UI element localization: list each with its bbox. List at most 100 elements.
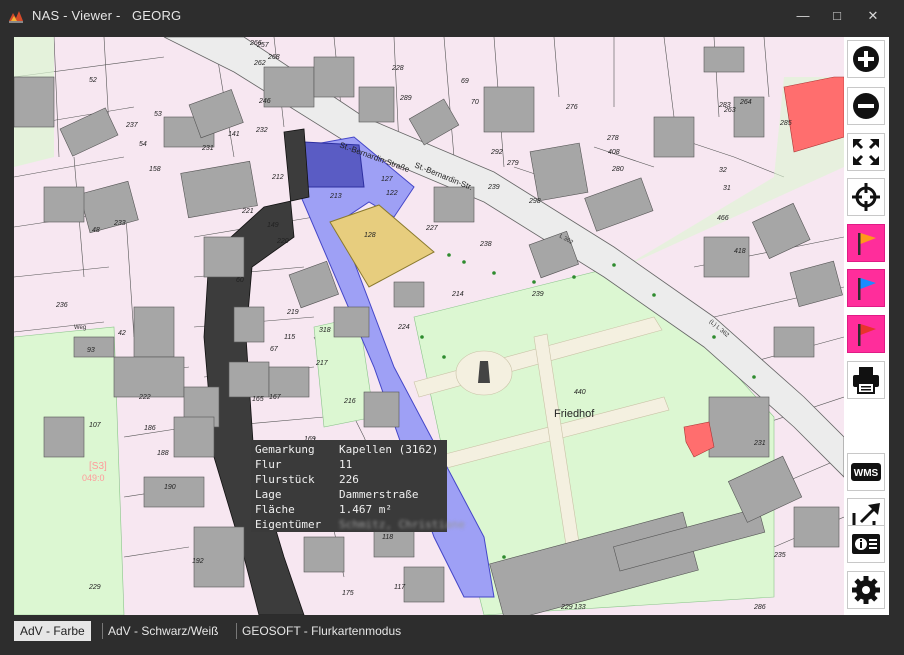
parcel-number: 222 bbox=[138, 394, 151, 401]
app-logo-icon bbox=[9, 11, 23, 23]
flag-blue-button[interactable] bbox=[847, 269, 885, 307]
printer-icon bbox=[853, 367, 879, 394]
parcel-number: 69 bbox=[461, 78, 469, 85]
info-key: Gemarkung bbox=[255, 443, 315, 456]
parcel-number: 231 bbox=[201, 145, 214, 152]
parcel-number: 217 bbox=[315, 360, 329, 367]
tab-adv-schwarz-weiss[interactable]: AdV - Schwarz/Weiß bbox=[102, 621, 224, 641]
parcel-number: 192 bbox=[192, 558, 204, 565]
wms-label: WMS bbox=[854, 468, 879, 479]
parcel-number: 262 bbox=[253, 60, 266, 67]
place-label-friedhof: Friedhof bbox=[554, 408, 595, 420]
info-value: 11 bbox=[339, 458, 353, 471]
map-toolbar: WMS bbox=[844, 37, 889, 615]
title-bar: NAS - Viewer - GEORG — □ ✕ bbox=[0, 0, 904, 32]
info-value: Kapellen (3162) bbox=[339, 443, 439, 456]
parcel-number: 212 bbox=[271, 174, 284, 181]
parcel-number: 466 bbox=[717, 215, 729, 222]
tab-adv-farbe[interactable]: AdV - Farbe bbox=[14, 621, 91, 641]
parcel-number: 128 bbox=[364, 232, 376, 239]
parcel-number: 60 bbox=[236, 277, 244, 284]
parcel-number: 238 bbox=[479, 241, 492, 248]
locate-button[interactable] bbox=[847, 178, 885, 216]
parcel-number: 239 bbox=[487, 184, 500, 191]
parcel-number: 229 bbox=[88, 584, 101, 591]
parcel-number: 231 bbox=[753, 440, 766, 447]
info-value: 1.467 m² bbox=[339, 503, 392, 516]
parcel-number: 158 bbox=[149, 166, 161, 173]
print-button[interactable] bbox=[847, 361, 885, 399]
expand-arrows-icon bbox=[852, 138, 880, 166]
parcel-number: 93 bbox=[87, 347, 95, 354]
parcel-number: 221 bbox=[241, 208, 254, 215]
parcel-number: 165 bbox=[252, 396, 264, 403]
parcel-number: 70 bbox=[471, 99, 479, 106]
parcel-number: 229 bbox=[560, 604, 573, 611]
crosshair-icon bbox=[852, 183, 880, 211]
parcel-number: 237 bbox=[125, 122, 139, 129]
parcel-number: 107 bbox=[89, 422, 102, 429]
parcel-number: 167 bbox=[269, 394, 282, 401]
parcel-number: 289 bbox=[399, 95, 412, 102]
full-extent-button[interactable] bbox=[847, 133, 885, 171]
flag-red-button[interactable] bbox=[847, 315, 885, 353]
parcel-number: 53 bbox=[154, 111, 162, 118]
close-button[interactable]: ✕ bbox=[862, 6, 884, 26]
parcel-number: 279 bbox=[506, 160, 519, 167]
tab-geosoft-flurkartenmodus[interactable]: GEOSOFT - Flurkartenmodus bbox=[236, 621, 407, 641]
parcel-number: 133 bbox=[574, 604, 586, 611]
info-button[interactable] bbox=[847, 525, 885, 563]
old-parcel-label-1: [S3] bbox=[89, 461, 107, 472]
info-key: Fläche bbox=[255, 503, 295, 516]
parcel-number: 216 bbox=[343, 398, 356, 405]
parcel-number: 263 bbox=[723, 107, 736, 114]
flag-icon bbox=[858, 324, 876, 346]
parcel-number: 42 bbox=[118, 330, 126, 337]
parcel-number: 292 bbox=[490, 149, 503, 156]
zoom-in-button[interactable] bbox=[847, 40, 885, 78]
parcel-number: 122 bbox=[386, 190, 398, 197]
parcel-number: 31 bbox=[723, 185, 731, 192]
path-label: Weg bbox=[74, 325, 86, 331]
parcel-number: 67 bbox=[270, 346, 279, 353]
zoom-out-button[interactable] bbox=[847, 87, 885, 125]
parcel-number: 280 bbox=[611, 166, 624, 173]
parcel-number: 127 bbox=[381, 176, 394, 183]
parcel-number: 48 bbox=[92, 227, 100, 234]
parcel-number: 233 bbox=[113, 220, 126, 227]
parcel-number: 286 bbox=[753, 604, 766, 611]
parcel-number: 228 bbox=[391, 65, 404, 72]
wms-button[interactable]: WMS bbox=[847, 453, 885, 491]
parcel-number: 213 bbox=[329, 193, 342, 200]
info-key: Flur bbox=[255, 458, 282, 471]
old-parcel-label-2: 049:0 bbox=[82, 473, 105, 483]
maximize-button[interactable]: □ bbox=[826, 6, 848, 26]
flag-orange-button[interactable] bbox=[847, 224, 885, 262]
style-tab-bar: AdV - Farbe AdV - Schwarz/Weiß GEOSOFT -… bbox=[14, 619, 890, 643]
parcel-number: 188 bbox=[157, 450, 169, 457]
flag-icon bbox=[858, 233, 876, 255]
parcel-number: 246 bbox=[258, 98, 271, 105]
settings-button[interactable] bbox=[847, 571, 885, 609]
parcel-number: 285 bbox=[779, 120, 792, 127]
parcel-number: 239 bbox=[531, 291, 544, 298]
gear-icon bbox=[852, 576, 880, 604]
parcel-number: 141 bbox=[228, 131, 240, 138]
flag-icon bbox=[858, 278, 876, 300]
parcel-number: 236 bbox=[55, 302, 68, 309]
minimize-button[interactable]: — bbox=[792, 6, 814, 26]
info-key: Flurstück bbox=[255, 473, 315, 486]
parcel-number: 227 bbox=[425, 225, 439, 232]
parcel-number: 408 bbox=[608, 149, 620, 156]
info-value: Dammerstraße bbox=[339, 488, 419, 501]
parcel-number: 298 bbox=[528, 198, 541, 205]
parcel-number: 278 bbox=[606, 135, 619, 142]
info-value: 226 bbox=[339, 473, 359, 486]
parcel-number: 220 bbox=[276, 238, 289, 245]
parcel-number: 418 bbox=[734, 248, 746, 255]
parcel-number: 149 bbox=[267, 222, 279, 229]
parcel-number: 118 bbox=[382, 534, 393, 541]
info-key: Lage bbox=[255, 488, 282, 501]
parcel-number: 276 bbox=[565, 104, 578, 111]
parcel-number: 235 bbox=[773, 552, 786, 559]
